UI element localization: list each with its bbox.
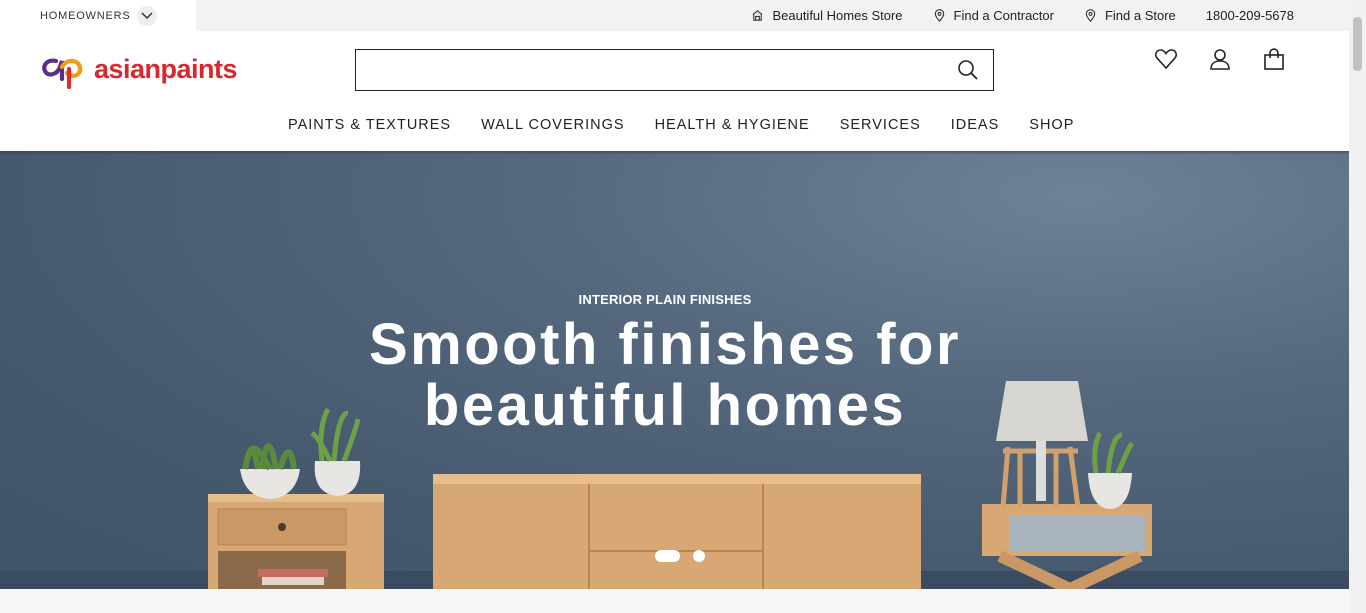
beautiful-homes-store-label: Beautiful Homes Store <box>772 8 903 23</box>
site-header: asianpaints PAINTS & TEXTURES WALL COVER… <box>0 31 1349 151</box>
asianpaints-logo[interactable]: asianpaints <box>40 49 238 89</box>
search-icon[interactable] <box>957 59 979 81</box>
hero-headline-line-2: beautiful homes <box>423 373 907 438</box>
main-content: HOMEOWNERS Beautiful Homes Store Find a … <box>0 0 1349 613</box>
primary-nav: PAINTS & TEXTURES WALL COVERINGS HEALTH … <box>288 117 1074 133</box>
search-input[interactable] <box>356 50 916 90</box>
carousel-dot-1-active[interactable] <box>655 550 680 562</box>
search-bar <box>355 49 994 91</box>
phone-number: 1800-209-5678 <box>1205 8 1294 23</box>
carousel-pagination <box>655 550 705 562</box>
location-pin-icon <box>1085 9 1096 22</box>
nav-item-services[interactable]: SERVICES <box>840 117 921 133</box>
header-actions <box>1154 47 1286 71</box>
hero-headline-line-1: Smooth finishes for <box>368 312 962 377</box>
brand-wordmark: asianpaints <box>94 53 238 84</box>
page: HOMEOWNERS Beautiful Homes Store Find a … <box>0 0 1366 613</box>
store-icon <box>752 10 763 21</box>
hero-banner[interactable]: INTERIOR PLAIN FINISHES Smooth finishes … <box>0 151 1349 589</box>
phone-number-link[interactable]: 1800-209-5678 <box>1206 8 1294 23</box>
audience-label: HOMEOWNERS <box>40 9 131 22</box>
utility-bar: HOMEOWNERS Beautiful Homes Store Find a … <box>0 0 1349 31</box>
find-store-label: Find a Store <box>1104 8 1176 23</box>
nav-item-ideas[interactable]: IDEAS <box>951 117 1000 133</box>
hero-eyebrow: INTERIOR PLAIN FINISHES <box>578 292 752 307</box>
audience-selector[interactable]: HOMEOWNERS <box>0 0 196 31</box>
scrollbar-thumb[interactable] <box>1353 17 1362 71</box>
nav-item-health-hygiene[interactable]: HEALTH & HYGIENE <box>655 117 810 133</box>
wishlist-heart-icon[interactable] <box>1154 47 1178 71</box>
asianpaints-logo-mark-icon <box>42 58 83 89</box>
find-store-link[interactable]: Find a Store <box>1084 8 1176 23</box>
carousel-dot-2[interactable] <box>693 550 705 562</box>
hero-headline: Smooth finishes for beautiful homes <box>0 314 1330 436</box>
account-user-icon[interactable] <box>1208 47 1232 71</box>
page-scrollbar[interactable] <box>1349 0 1366 613</box>
chevron-down-icon[interactable] <box>136 5 157 26</box>
below-fold-section <box>0 589 1349 613</box>
find-contractor-label: Find a Contractor <box>953 8 1054 23</box>
nav-item-wall-coverings[interactable]: WALL COVERINGS <box>481 117 624 133</box>
utility-links: Beautiful Homes Store Find a Contractor … <box>751 0 1294 31</box>
location-pin-icon <box>934 9 944 22</box>
find-contractor-link[interactable]: Find a Contractor <box>933 8 1054 23</box>
nav-item-paints-textures[interactable]: PAINTS & TEXTURES <box>288 117 451 133</box>
nav-item-shop[interactable]: SHOP <box>1029 117 1074 133</box>
cart-bag-icon[interactable] <box>1262 47 1286 71</box>
beautiful-homes-store-link[interactable]: Beautiful Homes Store <box>751 8 903 23</box>
